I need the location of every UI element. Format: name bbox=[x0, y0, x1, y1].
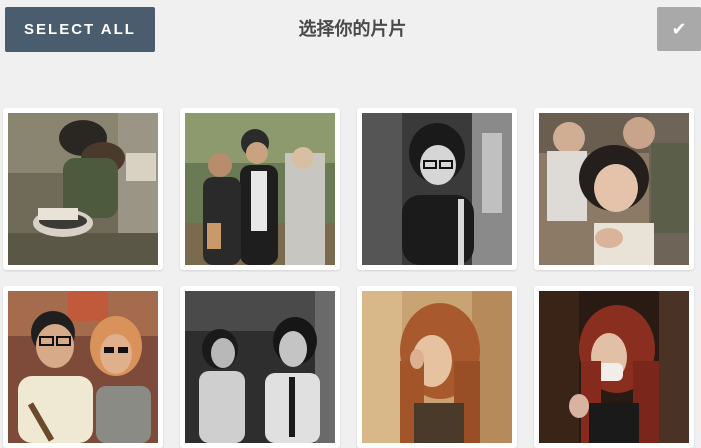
photo-woman-with-bob-hair bbox=[539, 113, 689, 265]
checkmark-icon: ✔ bbox=[671, 18, 687, 40]
photo-tile[interactable] bbox=[3, 286, 163, 448]
photo-tile[interactable] bbox=[534, 286, 694, 448]
photo-couple-with-glasses bbox=[8, 291, 158, 443]
page-title: 选择你的片片 bbox=[298, 19, 407, 40]
photo-two-women-bw bbox=[185, 291, 335, 443]
confirm-button[interactable]: ✔ bbox=[657, 7, 701, 51]
select-all-button[interactable]: SELECT ALL bbox=[5, 7, 155, 52]
photo-two-men-on-street bbox=[185, 113, 335, 265]
photo-woman-with-mask bbox=[539, 291, 689, 443]
photo-tile[interactable] bbox=[357, 286, 517, 448]
photo-tile[interactable] bbox=[357, 108, 517, 270]
top-toolbar: SELECT ALL 选择你的片片 ✔ bbox=[0, 0, 701, 60]
photo-woman-with-glasses bbox=[362, 113, 512, 265]
photo-tile[interactable] bbox=[3, 108, 163, 270]
photo-tile[interactable] bbox=[534, 108, 694, 270]
photo-woman-with-long-hair bbox=[362, 291, 512, 443]
photo-tile[interactable] bbox=[180, 108, 340, 270]
photo-tile[interactable] bbox=[180, 286, 340, 448]
photo-person-in-fur-hat bbox=[8, 113, 158, 265]
